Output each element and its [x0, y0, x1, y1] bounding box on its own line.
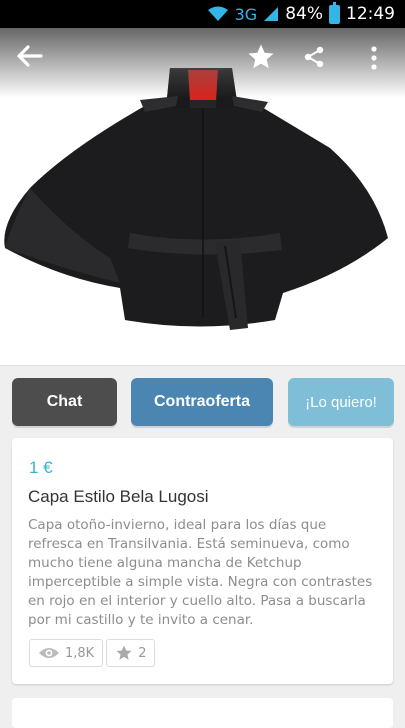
favorite-button[interactable] [246, 42, 276, 76]
more-options-button[interactable] [364, 45, 384, 75]
chat-button[interactable]: Chat [12, 378, 117, 426]
views-badge: 1,8K [29, 639, 104, 667]
share-button[interactable] [302, 45, 326, 73]
status-bar: 3G 84% 12:49 [0, 0, 405, 28]
action-bar: Chat Contraoferta ¡Lo quiero! [0, 378, 405, 428]
views-count: 1,8K [65, 645, 95, 661]
battery-icon [329, 1, 340, 24]
divider [0, 365, 405, 366]
back-button[interactable] [16, 42, 44, 74]
image-top-shadow [0, 28, 405, 98]
star-icon [248, 44, 274, 69]
counteroffer-button[interactable]: Contraoferta [131, 378, 273, 426]
share-icon [304, 46, 324, 68]
eye-icon [39, 648, 59, 658]
wifi-icon [207, 6, 228, 21]
clock: 12:49 [346, 4, 395, 24]
product-title: Capa Estilo Bela Lugosi [28, 487, 209, 506]
star-icon [116, 645, 132, 660]
want-it-button[interactable]: ¡Lo quiero! [288, 378, 394, 426]
product-image[interactable] [0, 28, 405, 366]
product-stats: 1,8K 2 [29, 639, 156, 667]
network-type: 3G [234, 4, 258, 24]
more-vertical-icon [371, 46, 377, 70]
signal-icon [264, 7, 279, 21]
product-card: 1 € Capa Estilo Bela Lugosi Capa otoño-i… [12, 438, 393, 684]
back-arrow-icon [17, 45, 43, 67]
product-price: 1 € [29, 458, 53, 477]
product-description: Capa otoño-invierno, ideal para los días… [28, 517, 373, 628]
favorites-badge: 2 [106, 639, 156, 667]
favorites-count: 2 [138, 645, 147, 661]
battery-percent: 84% [285, 4, 323, 24]
next-card [12, 698, 393, 728]
